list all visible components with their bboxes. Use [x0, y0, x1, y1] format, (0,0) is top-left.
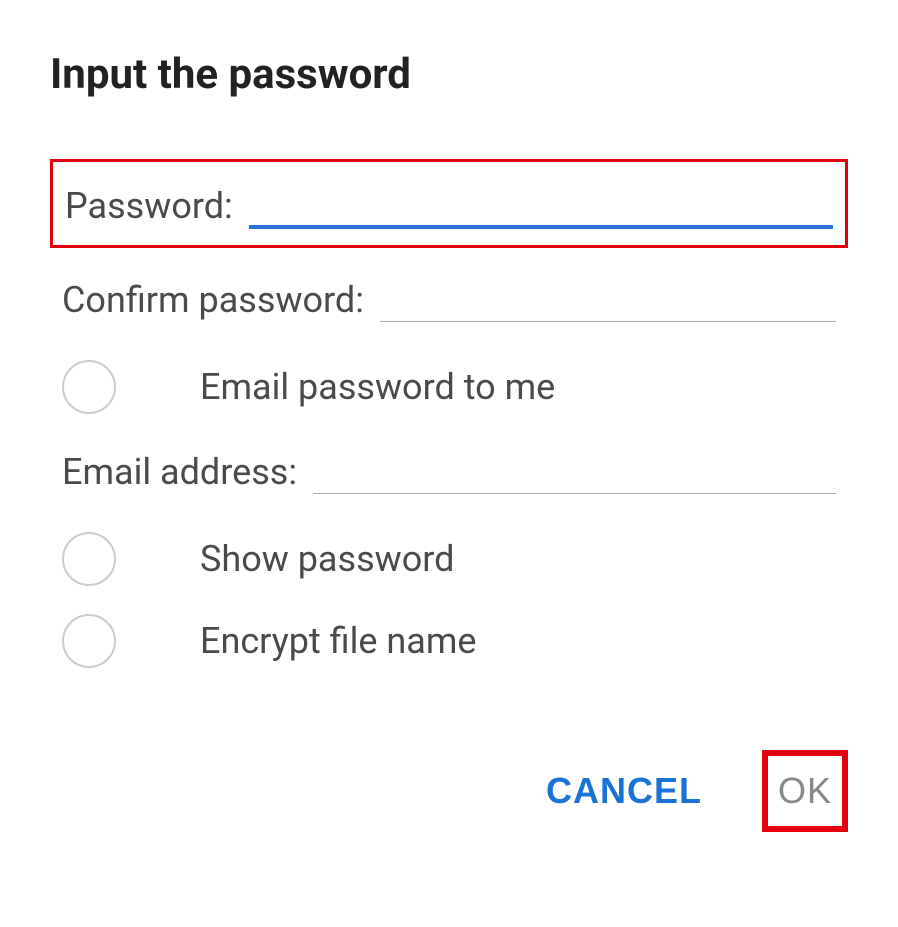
confirm-password-row: Confirm password:: [50, 258, 848, 338]
show-password-row: Show password: [50, 520, 848, 598]
ok-button[interactable]: OK: [778, 770, 832, 812]
show-password-label: Show password: [200, 538, 454, 580]
dialog-title: Input the password: [50, 50, 848, 99]
password-input[interactable]: [249, 182, 833, 229]
button-bar: CANCEL OK: [50, 750, 848, 832]
email-address-row: Email address:: [50, 430, 848, 510]
password-label: Password:: [65, 185, 233, 227]
email-password-radio[interactable]: [62, 360, 116, 414]
email-checkbox-row: Email password to me: [50, 348, 848, 426]
encrypt-filename-radio[interactable]: [62, 614, 116, 668]
show-password-radio[interactable]: [62, 532, 116, 586]
email-address-input[interactable]: [313, 450, 836, 494]
encrypt-filename-label: Encrypt file name: [200, 620, 477, 662]
ok-button-highlight: OK: [762, 750, 848, 832]
encrypt-filename-row: Encrypt file name: [50, 602, 848, 680]
email-address-label: Email address:: [62, 451, 297, 493]
password-dialog: Input the password Password: Confirm pas…: [0, 0, 898, 872]
cancel-button[interactable]: CANCEL: [546, 770, 702, 812]
password-row: Password:: [50, 159, 848, 248]
email-password-label: Email password to me: [200, 366, 555, 408]
confirm-password-label: Confirm password:: [62, 279, 364, 321]
confirm-password-input[interactable]: [380, 278, 836, 322]
